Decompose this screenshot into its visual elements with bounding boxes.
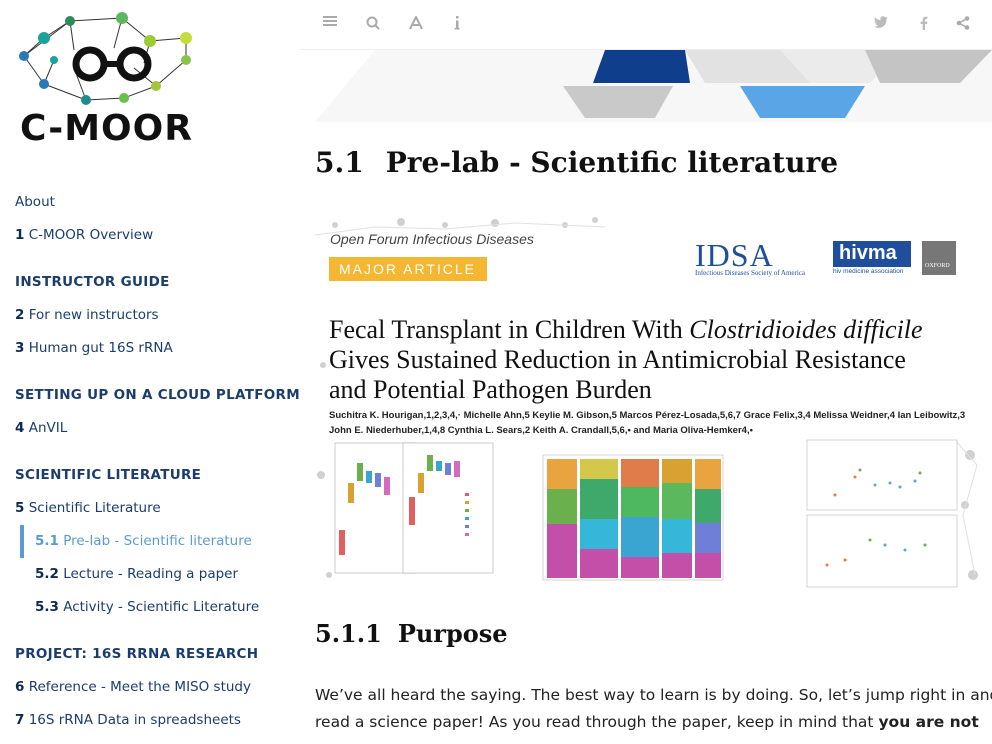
chapter-number: 4	[15, 420, 25, 436]
nav-item-ch3[interactable]: 3 Human gut 16S rRNA	[15, 340, 173, 356]
paper-title-part: Fecal Transplant in Children With	[329, 315, 690, 344]
hamburger-icon[interactable]	[322, 16, 338, 32]
nav-item-label: Scientific Literature	[28, 500, 161, 516]
paragraph-bold-text: you are not	[878, 713, 979, 731]
nav-item-label: Pre-lab - Scientific literature	[63, 533, 252, 549]
nav-item-ch6[interactable]: 6 Reference - Meet the MISO study	[15, 679, 251, 695]
idsa-logo: IDSA Infectious Diseases Society of Amer…	[695, 237, 827, 279]
header-banner	[315, 50, 992, 122]
paragraph-line-1: We’ve all heard the saying. The best way…	[315, 686, 992, 704]
nav-item-label: C-MOOR Overview	[28, 227, 154, 243]
figure-boxplot-right	[402, 442, 494, 574]
paragraph-line-2: read a science paper! As you read throug…	[315, 709, 979, 736]
chapter-number: 5.2	[35, 566, 59, 582]
section-heading: 5.1 Pre-lab - Scientific literature	[315, 146, 838, 179]
nav-item-label: Human gut 16S rRNA	[28, 340, 173, 356]
paper-title-italic: Clostridioides difficile	[689, 315, 923, 344]
nav-item-label: Activity - Scientific Literature	[63, 599, 260, 615]
c-moor-logo[interactable]: C-MOOR	[14, 8, 214, 154]
banner-shapes	[315, 50, 992, 122]
sidebar: C-MOOR About 1 C-MOOR Overview INSTRUCTO…	[0, 0, 300, 744]
idsa-logo-sub: Infectious Diseases Society of America	[695, 269, 806, 277]
chapter-number: 3	[15, 340, 25, 356]
authors-line-1: Suchitra K. Hourigan,1,2,3,4,· Michelle …	[329, 410, 966, 421]
nav-item-label: For new instructors	[28, 307, 159, 323]
nav-item-label: Lecture - Reading a paper	[63, 566, 239, 582]
toolbar	[300, 0, 992, 50]
nav-item-label: 16S rRNA Data in spreadsheets	[28, 712, 241, 728]
nav-item-ch4[interactable]: 4 AnVIL	[15, 420, 67, 436]
logo-text: C-MOOR	[20, 108, 193, 149]
chapter-number: 2	[15, 307, 25, 323]
nav-item-label: Reference - Meet the MISO study	[28, 679, 251, 695]
chapter-number: 7	[15, 712, 25, 728]
authors-line-2: John E. Niederhuber,1,4,8 Cynthia L. Sea…	[329, 425, 753, 436]
facebook-icon[interactable]	[916, 16, 932, 32]
nav-item-ch1[interactable]: 1 C-MOOR Overview	[15, 227, 153, 243]
nav-item-label: AnVIL	[28, 420, 68, 436]
subsection-number: 5.1.1	[315, 619, 382, 648]
paper-title-line-1: Fecal Transplant in Children With Clostr…	[329, 315, 923, 345]
search-icon[interactable]	[365, 16, 381, 32]
chapter-number: 5.3	[35, 599, 59, 615]
paper-title: Fecal Transplant in Children With Clostr…	[329, 315, 923, 405]
oxford-logo: OXFORD	[922, 241, 956, 275]
journal-name: Open Forum Infectious Diseases	[330, 231, 534, 247]
nav-item-ch7[interactable]: 7 16S rRNA Data in spreadsheets	[15, 712, 241, 728]
figure-stacked-bars	[542, 454, 724, 581]
hivma-logo: hivma hiv medicine association	[833, 241, 911, 277]
chapter-number: 5	[15, 500, 25, 516]
nav-item-ch5[interactable]: 5 Scientific Literature	[15, 500, 161, 516]
article-type-badge: MAJOR ARTICLE	[329, 257, 487, 281]
hivma-logo-sub: hiv medicine association	[833, 268, 904, 275]
oxford-logo-text: OXFORD	[925, 263, 950, 269]
paper-title-line-3: and Potential Pathogen Burden	[329, 375, 652, 404]
nav-section-instructor-guide: INSTRUCTOR GUIDE	[15, 274, 170, 290]
subsection-heading: 5.1.1 Purpose	[315, 619, 508, 648]
hivma-logo-text: hivma	[839, 242, 897, 264]
figure-scatter-plots	[806, 439, 958, 588]
nav-item-5-1[interactable]: 5.1 Pre-lab - Scientific literature	[35, 533, 252, 549]
nav-item-label: About	[15, 194, 55, 210]
nav-section-project: PROJECT: 16S RRNA RESEARCH	[15, 646, 259, 662]
nav-item-5-3[interactable]: 5.3 Activity - Scientific Literature	[35, 599, 259, 615]
network-logo-icon	[19, 12, 192, 105]
active-indicator	[20, 525, 24, 558]
chapter-number: 5.1	[35, 533, 59, 549]
paper-title-line-2: Gives Sustained Reduction in Antimicrobi…	[329, 345, 906, 374]
paragraph-text: read a science paper! As you read throug…	[315, 713, 879, 731]
twitter-icon[interactable]	[873, 16, 889, 32]
nav-item-about[interactable]: About	[15, 194, 55, 210]
paper-image: Open Forum Infectious Diseases MAJOR ART…	[315, 215, 980, 593]
share-icon[interactable]	[955, 16, 971, 32]
paper-authors: Suchitra K. Hourigan,1,2,3,4,· Michelle …	[329, 408, 965, 438]
chapter-number: 6	[15, 679, 25, 695]
badge-label: MAJOR ARTICLE	[339, 261, 476, 277]
font-icon[interactable]	[408, 14, 424, 32]
section-title: Pre-lab - Scientific literature	[385, 146, 839, 179]
purpose-paragraph: We’ve all heard the saying. The best way…	[315, 682, 992, 736]
nav-section-sci-lit: SCIENTIFIC LITERATURE	[15, 467, 202, 483]
info-icon[interactable]	[449, 16, 465, 32]
chapter-number: 1	[15, 227, 25, 243]
subsection-title: Purpose	[397, 619, 508, 648]
nav-item-5-2[interactable]: 5.2 Lecture - Reading a paper	[35, 566, 238, 582]
section-number: 5.1	[315, 146, 364, 179]
nav-item-ch2[interactable]: 2 For new instructors	[15, 307, 159, 323]
nav-section-cloud: SETTING UP ON A CLOUD PLATFORM	[15, 387, 300, 403]
